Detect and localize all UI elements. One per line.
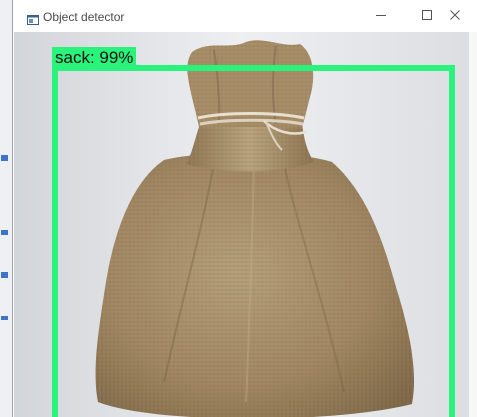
desktop-mark bbox=[1, 155, 8, 161]
close-button[interactable] bbox=[432, 0, 477, 32]
desktop-mark bbox=[1, 272, 8, 278]
minimize-icon bbox=[376, 7, 386, 25]
minimize-button[interactable] bbox=[358, 0, 404, 32]
window-right-edge bbox=[469, 32, 477, 417]
desktop-mark bbox=[1, 316, 8, 320]
title-bar[interactable]: Object detector bbox=[13, 0, 477, 32]
object-detector-window: Object detector sack: 99% bbox=[12, 0, 477, 417]
detection-bounding-box bbox=[52, 65, 455, 417]
detection-label: sack: 99% bbox=[52, 47, 137, 69]
window-title: Object detector bbox=[43, 10, 125, 24]
maximize-icon bbox=[422, 7, 432, 25]
desktop-mark bbox=[1, 230, 8, 235]
close-icon bbox=[450, 7, 460, 25]
detection-image: sack: 99% bbox=[14, 32, 469, 417]
window-app-icon bbox=[27, 12, 39, 30]
